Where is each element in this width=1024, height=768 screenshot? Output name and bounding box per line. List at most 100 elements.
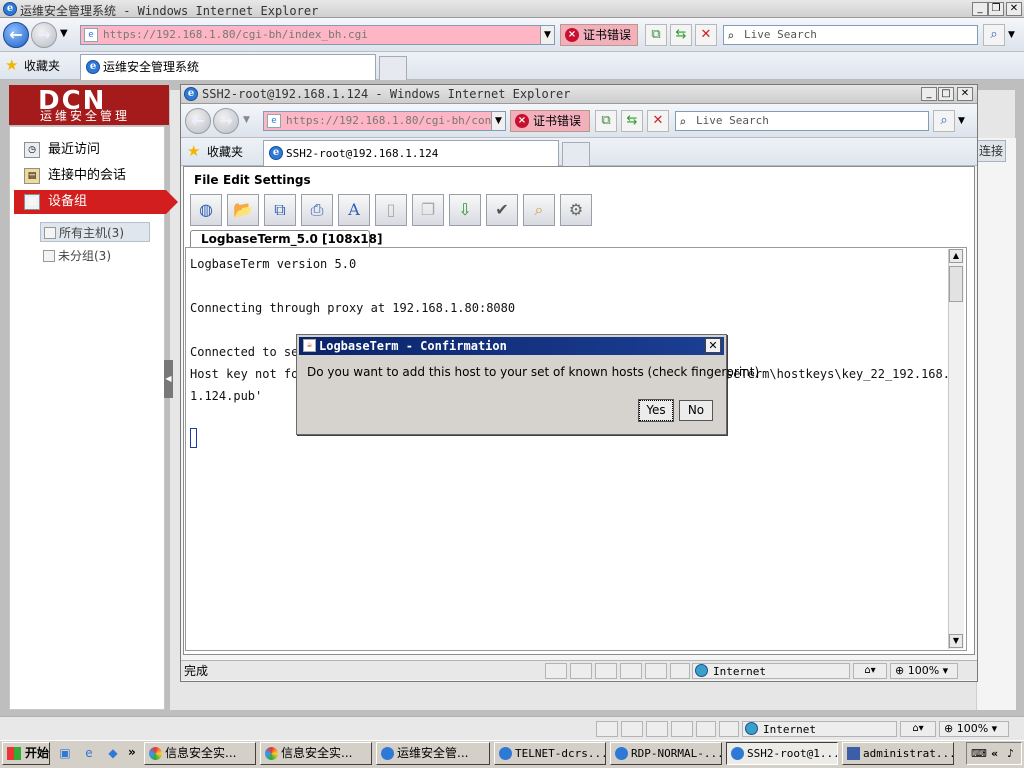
inner-address-bar[interactable]: e https://192.168.1.80/cgi-bh/contro: [263, 111, 506, 131]
outer-protected-mode-icon[interactable]: ⌂▾: [900, 721, 936, 737]
taskbar-task[interactable]: 运维安全管...: [376, 742, 490, 765]
outer-zoom-control[interactable]: ⊕ 100% ▾: [939, 721, 1009, 737]
quicklaunch-ie-icon[interactable]: e: [80, 744, 98, 762]
new-tab-button[interactable]: [379, 56, 407, 80]
history-dropdown-icon[interactable]: ▼: [60, 28, 68, 39]
inner-status-bar: 完成 Internet ⌂▾ ⊕ 100% ▾: [181, 660, 977, 680]
outer-search-input[interactable]: ⌕ Live Search: [723, 25, 978, 45]
favorites-star-icon[interactable]: ★: [5, 56, 18, 74]
dialog-close-button[interactable]: ✕: [705, 338, 721, 353]
inner-refresh-icon[interactable]: ⇆: [621, 110, 643, 132]
copy-screen-icon[interactable]: ⧉: [264, 194, 296, 226]
address-dropdown-icon[interactable]: ▼: [540, 26, 554, 44]
speaker-icon[interactable]: ♪: [1007, 743, 1014, 764]
inner-cert-error-button[interactable]: × 证书错误: [510, 110, 590, 132]
taskbar-task[interactable]: TELNET-dcrs...: [494, 742, 606, 765]
blank-doc-icon[interactable]: ▯: [375, 194, 407, 226]
status-segment: [621, 721, 643, 737]
quicklaunch-app-icon[interactable]: ◆: [104, 744, 122, 762]
status-segment: [545, 663, 567, 679]
taskbar-task[interactable]: 信息安全实...: [144, 742, 256, 765]
inner-search-input[interactable]: ⌕ Live Search: [675, 111, 929, 131]
inner-minimize-button[interactable]: _: [921, 87, 937, 101]
open-folder-icon[interactable]: 📂: [227, 194, 259, 226]
zoom-label: 100%: [956, 722, 989, 735]
taskbar-task-active[interactable]: SSH2-root@1...: [726, 742, 838, 765]
dialog-titlebar[interactable]: ☕ LogbaseTerm - Confirmation: [299, 337, 724, 355]
task-label: 信息安全实...: [281, 746, 353, 760]
taskbar-task[interactable]: RDP-NORMAL-...: [610, 742, 722, 765]
menu-file[interactable]: File: [194, 171, 219, 189]
inner-search-options-icon[interactable]: ▼: [958, 116, 965, 126]
sidebar-collapse-handle[interactable]: ◀: [164, 360, 173, 398]
outer-zone-indicator[interactable]: Internet: [742, 721, 897, 737]
favorites-star-icon[interactable]: ★: [187, 142, 200, 160]
search-placeholder: Live Search: [696, 114, 769, 127]
outer-tab-active[interactable]: e 运维安全管理系统: [80, 54, 376, 80]
outer-address-bar[interactable]: e https://192.168.1.80/cgi-bh/index_bh.c…: [80, 25, 555, 45]
terminal-tab[interactable]: LogbaseTerm_5.0 [108x18]: [190, 230, 383, 248]
yes-button[interactable]: Yes: [638, 399, 674, 422]
minimize-button[interactable]: _: [972, 2, 988, 16]
inner-tab-active[interactable]: e SSH2-root@192.168.1.124: [263, 140, 559, 166]
outer-window-titlebar[interactable]: e 运维安全管理系统 - Windows Internet Explorer _…: [0, 0, 1024, 18]
inner-favorites-label[interactable]: 收藏夹: [207, 143, 243, 160]
search-options-icon[interactable]: ▼: [1008, 30, 1015, 40]
taskbar-task[interactable]: 信息安全实...: [260, 742, 372, 765]
inner-close-button[interactable]: ✕: [957, 87, 973, 101]
inner-window-titlebar[interactable]: e SSH2-root@192.168.1.124 - Windows Inte…: [181, 85, 977, 104]
taskbar-task[interactable]: administrat...: [842, 742, 954, 765]
favorites-label[interactable]: 收藏夹: [24, 57, 60, 74]
connect-button-fragment[interactable]: 连接: [976, 140, 1006, 162]
zoom-dropdown-icon: ▾: [942, 664, 949, 677]
copy-doc-icon[interactable]: ❐: [412, 194, 444, 226]
outer-cert-error-button[interactable]: × 证书错误: [560, 24, 638, 46]
sidebar-item-device-group[interactable]: ▥ 设备组: [14, 190, 178, 214]
quicklaunch-overflow-icon[interactable]: »: [128, 745, 136, 759]
inner-compatibility-icon[interactable]: ⧉: [595, 110, 617, 132]
inner-new-tab-button[interactable]: [562, 142, 590, 166]
zoom-control[interactable]: ⊕ 100% ▾: [890, 663, 958, 679]
refresh-icon[interactable]: ⇆: [670, 24, 692, 46]
font-icon[interactable]: A: [338, 194, 370, 226]
inner-stop-icon[interactable]: ✕: [647, 110, 669, 132]
print-icon[interactable]: ⎙: [301, 194, 333, 226]
tree-item-all-hosts[interactable]: 所有主机(3): [40, 222, 150, 242]
terminal-scrollbar[interactable]: ▲ ▼: [948, 249, 964, 649]
restore-button[interactable]: ❐: [988, 2, 1004, 16]
inner-back-arrow-icon[interactable]: ←: [185, 108, 211, 134]
menu-settings[interactable]: Settings: [254, 171, 311, 189]
outer-address-text: https://192.168.1.80/cgi-bh/index_bh.cgi: [103, 28, 368, 41]
start-button[interactable]: 开始: [2, 742, 50, 765]
import-icon[interactable]: ⇩: [449, 194, 481, 226]
keyboard-icon[interactable]: ⌨: [971, 743, 987, 764]
sidebar-item-recent[interactable]: ◷ 最近访问: [14, 138, 164, 162]
forward-arrow-icon[interactable]: →: [31, 22, 57, 48]
zone-indicator[interactable]: Internet: [692, 663, 850, 679]
stop-icon[interactable]: ✕: [695, 24, 717, 46]
globe-icon[interactable]: ◍: [190, 194, 222, 226]
inner-history-dropdown-icon[interactable]: ▼: [243, 115, 250, 125]
scroll-up-icon[interactable]: ▲: [949, 249, 963, 263]
check-icon[interactable]: ✔: [486, 194, 518, 226]
tray-expand-icon[interactable]: «: [991, 743, 998, 764]
inner-search-go-icon[interactable]: ⌕: [933, 110, 955, 132]
back-arrow-icon[interactable]: ←: [3, 22, 29, 48]
search-icon[interactable]: ⌕: [523, 194, 555, 226]
inner-maximize-button[interactable]: □: [938, 87, 954, 101]
menu-edit[interactable]: Edit: [223, 171, 250, 189]
close-button[interactable]: ✕: [1006, 2, 1022, 16]
compatibility-icon[interactable]: ⧉: [645, 24, 667, 46]
no-button[interactable]: No: [679, 400, 713, 421]
settings-gears-icon[interactable]: ⚙: [560, 194, 592, 226]
scroll-down-icon[interactable]: ▼: [949, 634, 963, 648]
tree-item-ungrouped[interactable]: 未分组(3): [40, 246, 150, 266]
host-list-icon: [44, 227, 56, 239]
inner-address-dropdown-icon[interactable]: ▼: [491, 112, 505, 130]
show-desktop-icon[interactable]: ▣: [56, 744, 74, 762]
scrollbar-thumb[interactable]: [949, 266, 963, 302]
search-go-icon[interactable]: ⌕: [983, 24, 1005, 46]
protected-mode-icon[interactable]: ⌂▾: [853, 663, 887, 679]
sidebar-item-active-sessions[interactable]: ▤ 连接中的会话: [14, 164, 164, 188]
inner-forward-arrow-icon[interactable]: →: [213, 108, 239, 134]
